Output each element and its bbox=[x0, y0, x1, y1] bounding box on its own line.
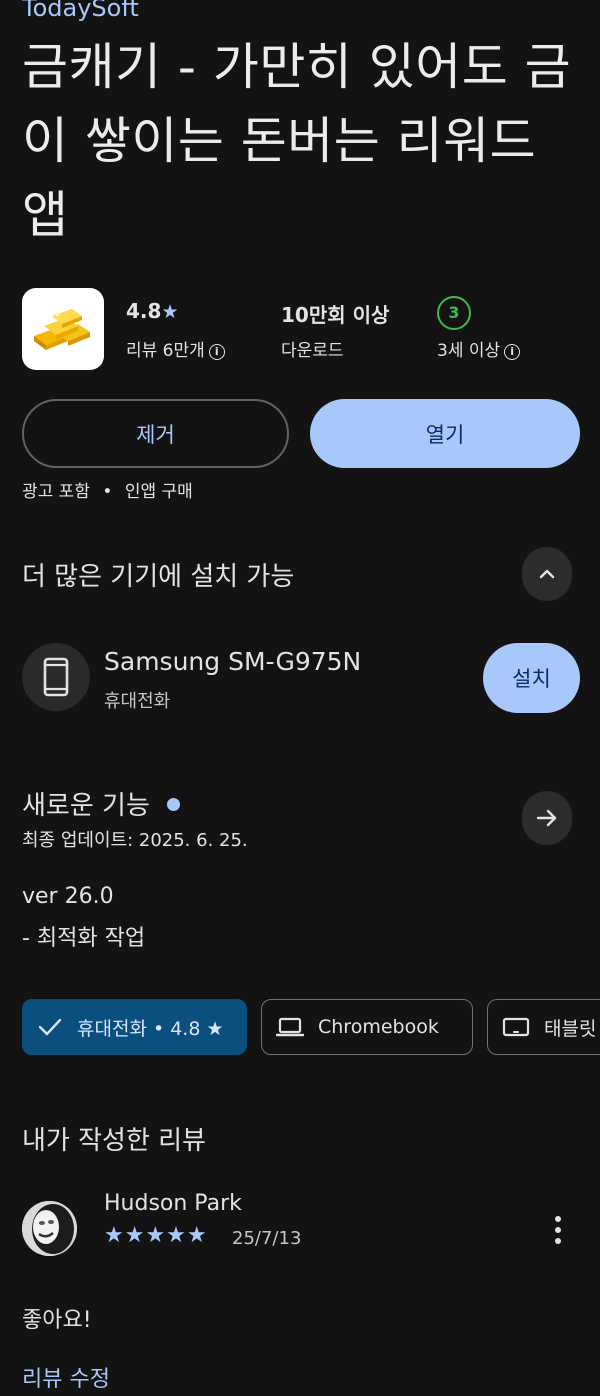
downloads-label: 다운로드 bbox=[281, 341, 344, 361]
tablet-icon bbox=[502, 1017, 530, 1037]
device-type: 휴대전화 bbox=[104, 691, 171, 712]
phone-icon bbox=[43, 657, 69, 697]
review-more-button[interactable] bbox=[548, 1212, 568, 1248]
new-indicator-dot bbox=[166, 798, 180, 811]
star-icon: ★ bbox=[161, 301, 179, 323]
reviews-count[interactable]: 리뷰 6만개 i bbox=[126, 336, 225, 361]
my-review-title: 내가 작성한 리뷰 bbox=[22, 1126, 206, 1156]
chip-label: Chromebook bbox=[318, 1016, 439, 1038]
whats-new-header[interactable]: 새로운 기능 bbox=[22, 785, 180, 822]
info-icon: i bbox=[504, 344, 521, 360]
iap-label: 인앱 구매 bbox=[124, 482, 193, 502]
review-author: Hudson Park bbox=[104, 1191, 242, 1216]
age-badge-icon: 3 bbox=[437, 296, 471, 330]
arrow-right-icon bbox=[536, 809, 557, 827]
chip-label: 휴대전화 • 4.8 ★ bbox=[77, 1017, 224, 1040]
chip-chromebook[interactable]: Chromebook bbox=[261, 999, 473, 1055]
install-button[interactable]: 설치 bbox=[483, 643, 580, 713]
version-text: ver 26.0 bbox=[22, 884, 114, 909]
chip-phone[interactable]: 휴대전화 • 4.8 ★ bbox=[22, 999, 247, 1055]
age-label: 3세 이상 bbox=[437, 341, 501, 361]
device-icon-container bbox=[22, 643, 90, 711]
more-devices-title: 더 많은 기기에 설치 가능 bbox=[22, 562, 295, 592]
developer-link[interactable]: TodaySoft bbox=[22, 0, 139, 22]
app-icon bbox=[22, 288, 104, 370]
age-rating[interactable]: 3세 이상 i bbox=[437, 336, 521, 361]
rating-value: 4.8 bbox=[126, 299, 162, 323]
laptop-icon bbox=[276, 1017, 304, 1037]
review-text: 좋아요! bbox=[22, 1308, 92, 1333]
collapse-button[interactable] bbox=[522, 547, 572, 601]
whats-new-title: 새로운 기능 bbox=[22, 791, 150, 821]
separator-dot: • bbox=[102, 482, 113, 502]
info-icon: i bbox=[208, 344, 225, 360]
chevron-up-icon bbox=[539, 569, 555, 579]
ads-label: 광고 포함 bbox=[22, 482, 90, 502]
more-vert-icon bbox=[555, 1216, 561, 1244]
chip-tablet[interactable]: 태블릿 bbox=[487, 999, 600, 1055]
open-button[interactable]: 열기 bbox=[310, 399, 580, 468]
downloads-value: 10만회 이상 bbox=[281, 303, 390, 327]
chip-label: 태블릿 bbox=[544, 1017, 597, 1040]
uninstall-button[interactable]: 제거 bbox=[22, 399, 289, 468]
review-stars: ★★★★★ bbox=[104, 1223, 208, 1248]
monetization-info: 광고 포함 • 인앱 구매 bbox=[22, 477, 193, 502]
check-icon bbox=[38, 1018, 62, 1036]
release-notes: - 최적화 작업 bbox=[22, 926, 146, 951]
whats-new-arrow-button[interactable] bbox=[522, 791, 572, 845]
edit-review-link[interactable]: 리뷰 수정 bbox=[22, 1361, 110, 1393]
last-updated: 최종 업데이트: 2025. 6. 25. bbox=[22, 830, 248, 851]
reviews-label: 리뷰 6만개 bbox=[126, 341, 205, 361]
avatar bbox=[22, 1201, 77, 1256]
app-title: 금캐기 - 가만히 있어도 금이 쌓이는 돈버는 리워드 앱 bbox=[22, 38, 572, 244]
age-rating-badge: 3 bbox=[437, 296, 471, 330]
device-name: Samsung SM-G975N bbox=[104, 647, 362, 676]
gold-bars-icon bbox=[34, 309, 90, 350]
review-date: 25/7/13 bbox=[232, 1228, 302, 1249]
user-photo bbox=[22, 1201, 77, 1256]
rating-stat: 4.8★ bbox=[126, 299, 178, 323]
